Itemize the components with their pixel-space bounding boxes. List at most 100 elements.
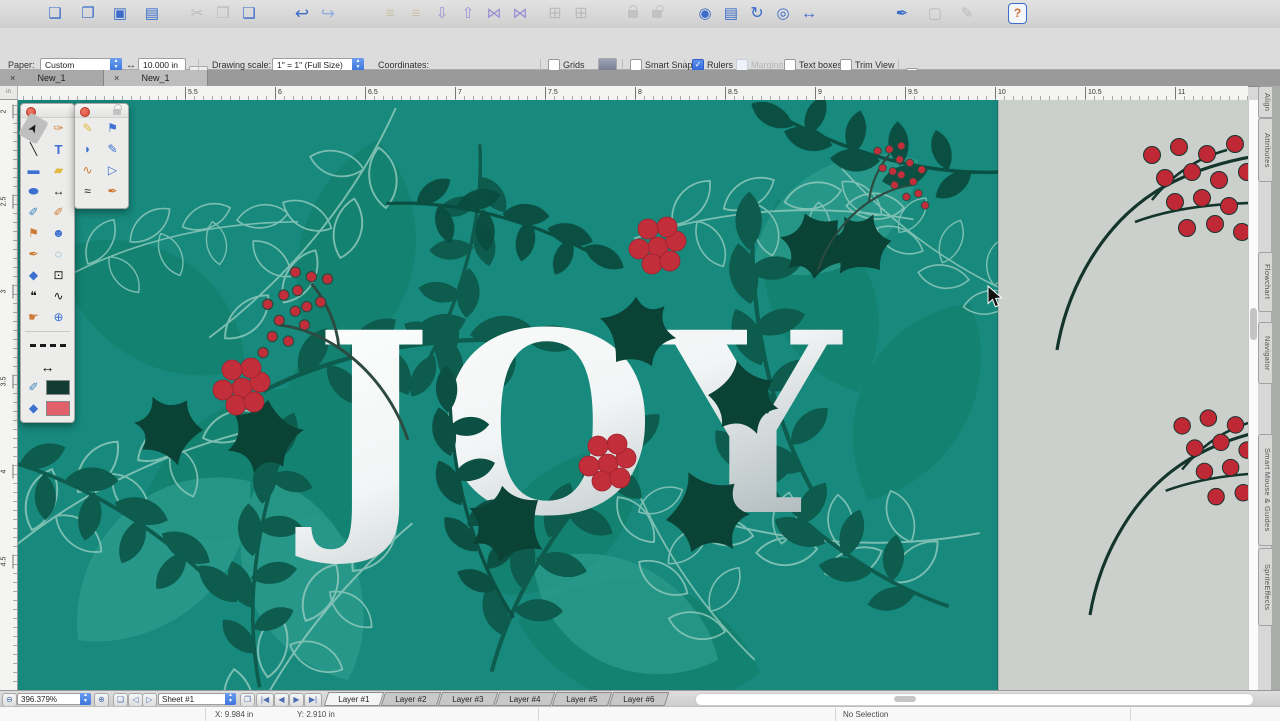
freeform-tool[interactable]: ▰ (46, 160, 71, 181)
tab-new-1-active[interactable]: × New_1 (104, 70, 208, 86)
art-brush-tool[interactable]: ✒ (100, 181, 125, 202)
ellipse-tool[interactable]: ⬬ (21, 181, 46, 202)
next-layer-button[interactable]: ▶ (289, 693, 304, 707)
side-tab-spriteeffects[interactable]: SpriteEffects (1258, 548, 1272, 626)
new-sheet-button[interactable]: ❏ (113, 693, 128, 707)
horizontal-scrollbar[interactable] (695, 693, 1254, 706)
new-document-icon[interactable]: ❏ (42, 2, 68, 26)
save-icon[interactable]: ▣ (107, 2, 133, 26)
annotate-icon[interactable]: ✎ (954, 2, 980, 26)
arrow-style-swatch[interactable]: ↔ (21, 359, 74, 375)
lock-icon[interactable] (113, 109, 121, 115)
layer-tab-3[interactable]: Layer #3 (438, 692, 499, 706)
flag-shape-tool[interactable]: ⚑ (100, 118, 125, 139)
layer-tab-4[interactable]: Layer #4 (495, 692, 556, 706)
stroke-color-swatch[interactable] (46, 380, 70, 395)
send-backward-icon[interactable]: ⇩ (429, 2, 455, 26)
vertical-scrollbar-thumb[interactable] (1250, 308, 1257, 340)
last-layer-button[interactable]: ▶| (304, 693, 322, 707)
distribute-icon[interactable]: ↔ (796, 2, 822, 26)
flatten-up-icon[interactable]: ⋈ (507, 2, 533, 26)
side-tab-align[interactable]: Align (1258, 86, 1272, 118)
camera-tool[interactable]: ⊡ (46, 265, 71, 286)
lamp-tool[interactable]: ◆ (21, 265, 46, 286)
rotate-icon[interactable]: ↻ (744, 2, 770, 26)
arrange-back-icon[interactable]: ≡ (377, 2, 403, 26)
side-tab-smart-mouse-guides[interactable]: Smart Mouse & Guides (1258, 434, 1272, 546)
loupe-tool[interactable]: ◌ (46, 244, 71, 265)
prev-layer-button[interactable]: ◀ (274, 693, 289, 707)
callout-tool[interactable]: ❝ (21, 286, 46, 307)
layer-tab-1[interactable]: Layer #1 (324, 692, 385, 706)
sheet-field[interactable]: Sheet #1▲▼ (158, 693, 236, 705)
spline-tool[interactable]: ≈ (75, 181, 100, 202)
print-icon[interactable]: ▤ (139, 2, 165, 26)
notes-icon[interactable]: ▤ (718, 2, 744, 26)
vertical-scrollbar[interactable] (1248, 100, 1258, 690)
copy-icon[interactable]: ❐ (210, 2, 236, 26)
dimension-tool[interactable]: ↔ (46, 181, 71, 202)
close-icon[interactable] (80, 107, 90, 117)
hand-tool[interactable]: ☛ (21, 307, 46, 328)
side-tab-navigator[interactable]: Navigator (1258, 322, 1272, 384)
show-points-icon[interactable]: ◉ (692, 2, 718, 26)
redo-icon[interactable]: ↪ (315, 2, 341, 26)
leaf-pen-tool[interactable]: ✎ (75, 118, 100, 139)
zoom-level-field[interactable]: 396.379%▲▼ (17, 693, 91, 705)
flatten-down-icon[interactable]: ⋈ (481, 2, 507, 26)
close-icon[interactable]: × (10, 70, 15, 86)
side-tab-flowchart[interactable]: Flowchart (1258, 252, 1272, 312)
zoom-out-button[interactable]: ⊖ (2, 693, 17, 707)
palette-titlebar[interactable] (75, 104, 128, 118)
arrange-front-icon[interactable]: ≡ (403, 2, 429, 26)
prev-sheet-button[interactable]: ◁ (128, 693, 143, 707)
paste-icon[interactable]: ❑ (236, 2, 262, 26)
pen-tool[interactable]: ✒ (21, 244, 46, 265)
layer-tab-2[interactable]: Layer #2 (381, 692, 442, 706)
artwork[interactable]: JOY (18, 100, 1248, 690)
drawing-canvas[interactable]: JOY (18, 100, 1248, 690)
artwork-text[interactable]: JOY (295, 277, 847, 571)
half-disc-tool[interactable]: ◗ (75, 139, 100, 160)
dash-style-swatch[interactable] (30, 344, 66, 347)
vertical-ruler[interactable]: 2 2.5 3 3.5 4 4.5 (0, 100, 18, 690)
rectangle-tool[interactable]: ▬ (21, 160, 46, 181)
undo-icon[interactable]: ↩ (289, 2, 315, 26)
fill-bucket-icon[interactable]: ◆ (21, 398, 46, 419)
eyedropper-tool[interactable]: ✐ (21, 202, 46, 223)
open-document-icon[interactable]: ❐ (75, 2, 101, 26)
cut-icon[interactable]: ✂ (184, 2, 210, 26)
ghost-tool[interactable]: ☻ (46, 223, 71, 244)
line-tool[interactable]: ╲ (21, 139, 46, 160)
horizontal-ruler[interactable]: 5.5 6 6.5 7 7.5 8 8.5 9 9.5 10 10.5 11 (18, 86, 1248, 101)
horizontal-scrollbar-thumb[interactable] (894, 696, 916, 702)
pencil-tool[interactable]: ✎ (100, 139, 125, 160)
grid-show-icon[interactable]: ⊞ (542, 2, 568, 26)
layer-tab-6[interactable]: Layer #6 (609, 692, 670, 706)
next-sheet-button[interactable]: ▷ (142, 693, 157, 707)
text-eyedropper-tool[interactable]: ✐ (46, 202, 71, 223)
lasso-tool[interactable]: ∿ (46, 286, 71, 307)
fill-color-swatch[interactable] (46, 401, 70, 416)
side-tab-attributes[interactable]: Attributes (1258, 118, 1272, 182)
lock-icon[interactable] (628, 10, 638, 18)
stroke-eyedropper-icon[interactable]: ✐ (21, 377, 46, 398)
record-icon[interactable]: ◎ (770, 2, 796, 26)
close-icon[interactable]: × (114, 70, 119, 86)
layer-tab-5[interactable]: Layer #5 (552, 692, 613, 706)
bezier-tool[interactable]: ∿ (75, 160, 100, 181)
text-tool[interactable]: T (46, 139, 71, 160)
inspector-icon[interactable]: ✒ (889, 2, 915, 26)
first-layer-button[interactable]: |◀ (256, 693, 274, 707)
flag-tool[interactable]: ⚑ (21, 223, 46, 244)
tab-new-1[interactable]: × New_1 (0, 70, 104, 86)
zoom-in-button[interactable]: ⊕ (94, 693, 109, 707)
grid-edit-icon[interactable]: ⊞ (568, 2, 594, 26)
zoom-tool[interactable]: ⊕ (46, 307, 71, 328)
pasteboard[interactable] (998, 100, 1248, 690)
stepper-icon[interactable]: ▲▼ (80, 693, 91, 705)
bring-forward-icon[interactable]: ⇧ (455, 2, 481, 26)
unlock-icon[interactable] (652, 10, 662, 18)
node-arrow-tool[interactable]: ▷ (100, 160, 125, 181)
help-icon[interactable]: ? (1008, 3, 1027, 24)
